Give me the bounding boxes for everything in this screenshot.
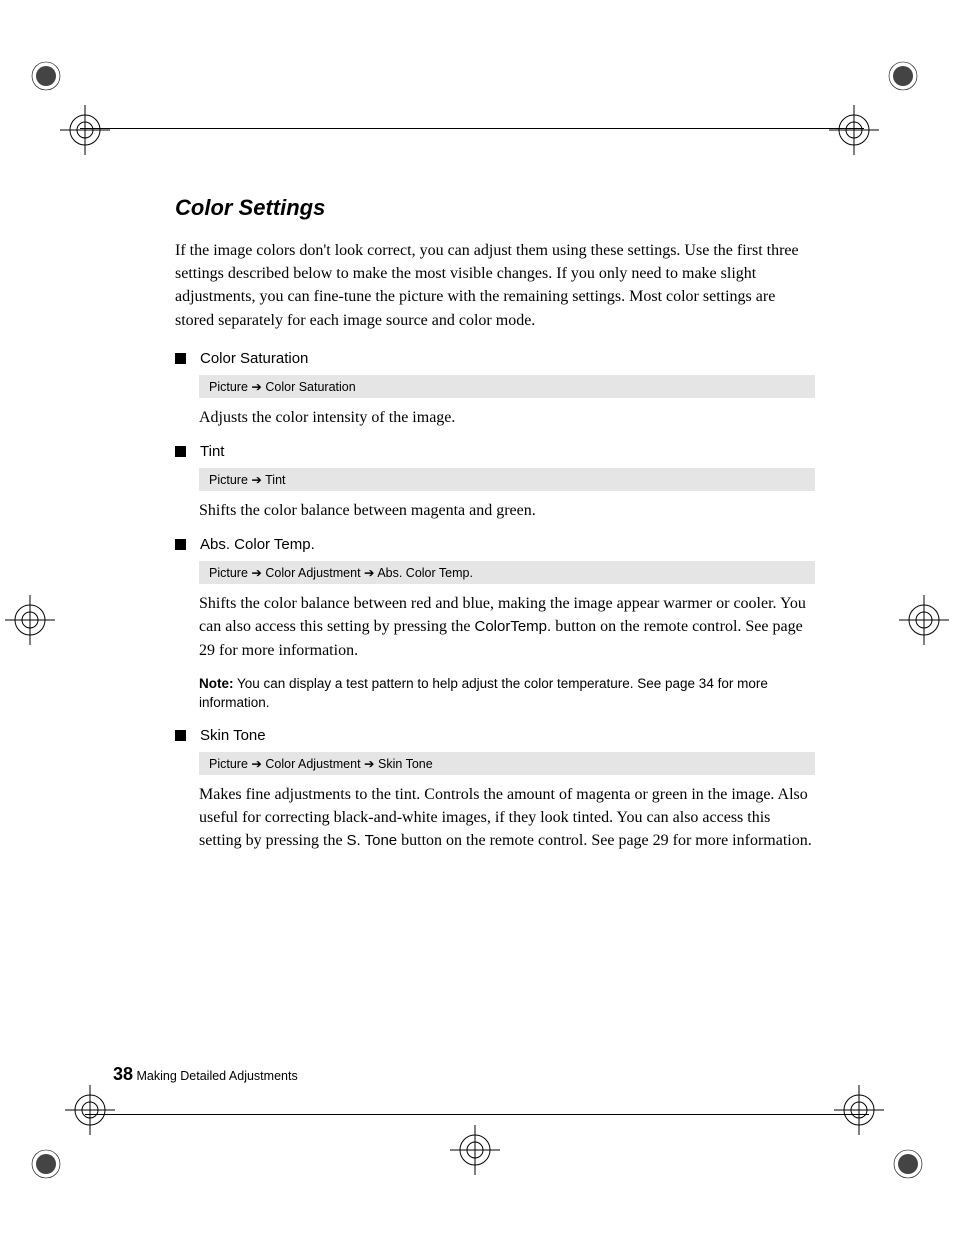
- setting-header: Abs. Color Temp.: [175, 536, 815, 553]
- section-title: Color Settings: [175, 195, 815, 221]
- registration-cross-icon: [65, 1085, 115, 1135]
- registration-cross-icon: [60, 105, 110, 155]
- arrow-icon: ➔: [364, 566, 374, 580]
- registration-mark-icon: [30, 1148, 62, 1180]
- page-number: 38: [113, 1064, 133, 1084]
- crop-line: [80, 128, 864, 129]
- bullet-icon: [175, 446, 186, 457]
- setting-description: Adjusts the color intensity of the image…: [199, 406, 815, 429]
- arrow-icon: ➔: [364, 757, 374, 771]
- menu-path: Picture ➔ Color Adjustment ➔ Abs. Color …: [199, 561, 815, 584]
- arrow-icon: ➔: [251, 757, 261, 771]
- setting-header: Skin Tone: [175, 727, 815, 744]
- desc-text: button on the remote control. See page 2…: [397, 832, 812, 849]
- chapter-name: Making Detailed Adjustments: [133, 1069, 298, 1083]
- setting-skin-tone: Skin Tone Picture ➔ Color Adjustment ➔ S…: [175, 727, 815, 853]
- setting-description: Makes fine adjustments to the tint. Cont…: [199, 783, 815, 853]
- registration-cross-icon: [829, 105, 879, 155]
- note-label: Note:: [199, 676, 234, 691]
- path-segment: Skin Tone: [378, 757, 433, 771]
- page-footer: 38 Making Detailed Adjustments: [113, 1064, 298, 1085]
- path-segment: Picture: [209, 757, 248, 771]
- registration-cross-icon: [834, 1085, 884, 1135]
- setting-description: Shifts the color balance between red and…: [199, 592, 815, 662]
- path-segment: Color Adjustment: [265, 566, 360, 580]
- setting-abs-color-temp: Abs. Color Temp. Picture ➔ Color Adjustm…: [175, 536, 815, 713]
- path-segment: Color Saturation: [265, 380, 355, 394]
- arrow-icon: ➔: [251, 380, 261, 394]
- menu-path: Picture ➔ Color Adjustment ➔ Skin Tone: [199, 752, 815, 775]
- path-segment: Picture: [209, 473, 248, 487]
- setting-name: Abs. Color Temp.: [200, 536, 315, 553]
- menu-path: Picture ➔ Tint: [199, 468, 815, 491]
- path-segment: Tint: [265, 473, 285, 487]
- path-segment: Picture: [209, 380, 248, 394]
- arrow-icon: ➔: [251, 473, 261, 487]
- setting-header: Tint: [175, 443, 815, 460]
- registration-cross-icon: [450, 1125, 500, 1175]
- note: Note: You can display a test pattern to …: [199, 674, 815, 713]
- registration-mark-icon: [30, 60, 62, 92]
- setting-tint: Tint Picture ➔ Tint Shifts the color bal…: [175, 443, 815, 522]
- menu-path: Picture ➔ Color Saturation: [199, 375, 815, 398]
- path-segment: Abs. Color Temp.: [377, 566, 473, 580]
- intro-paragraph: If the image colors don't look correct, …: [175, 239, 815, 332]
- bullet-icon: [175, 730, 186, 741]
- setting-color-saturation: Color Saturation Picture ➔ Color Saturat…: [175, 350, 815, 429]
- registration-cross-icon: [5, 595, 55, 645]
- page-content: Color Settings If the image colors don't…: [175, 195, 815, 866]
- bullet-icon: [175, 539, 186, 550]
- button-reference: ColorTemp.: [475, 618, 552, 635]
- setting-name: Color Saturation: [200, 350, 308, 367]
- arrow-icon: ➔: [251, 566, 261, 580]
- registration-mark-icon: [892, 1148, 924, 1180]
- setting-name: Tint: [200, 443, 224, 460]
- crop-line: [85, 1114, 869, 1115]
- setting-name: Skin Tone: [200, 727, 266, 744]
- path-segment: Color Adjustment: [265, 757, 360, 771]
- bullet-icon: [175, 353, 186, 364]
- registration-mark-icon: [887, 60, 919, 92]
- button-reference: S. Tone: [347, 832, 398, 849]
- setting-description: Shifts the color balance between magenta…: [199, 499, 815, 522]
- path-segment: Picture: [209, 566, 248, 580]
- note-text: You can display a test pattern to help a…: [199, 676, 768, 711]
- setting-header: Color Saturation: [175, 350, 815, 367]
- registration-cross-icon: [899, 595, 949, 645]
